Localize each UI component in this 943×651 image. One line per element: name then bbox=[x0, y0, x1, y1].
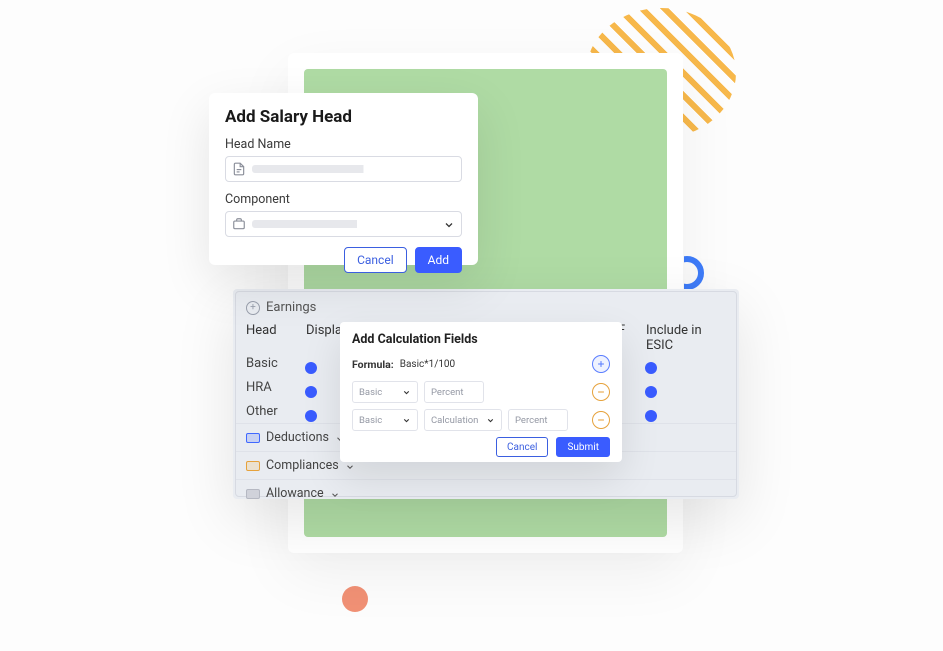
accordion-allowance[interactable]: Allowance bbox=[236, 479, 736, 499]
remove-row-button[interactable] bbox=[592, 383, 610, 401]
calc-row-1: Basic Percent bbox=[352, 381, 610, 403]
calc-submit-button[interactable]: Submit bbox=[556, 437, 610, 457]
row-head-label: Basic bbox=[246, 356, 306, 371]
head-name-placeholder bbox=[252, 165, 455, 173]
component-label: Component bbox=[225, 192, 462, 207]
accordion-label: Deductions bbox=[266, 430, 329, 445]
decor-dot bbox=[342, 586, 368, 612]
earnings-section-header[interactable]: + Earnings bbox=[236, 292, 736, 323]
accordion-label: Allowance bbox=[266, 486, 324, 499]
row-head-label: Other bbox=[246, 404, 306, 419]
field-select-basic[interactable]: Basic bbox=[352, 409, 418, 431]
cancel-button[interactable]: Cancel bbox=[344, 247, 407, 273]
calc-cancel-button[interactable]: Cancel bbox=[496, 437, 548, 457]
plus-icon bbox=[596, 359, 606, 369]
calc-title: Add Calculation Fields bbox=[352, 332, 610, 347]
head-name-input[interactable] bbox=[225, 156, 462, 182]
input-placeholder: Percent bbox=[431, 387, 463, 398]
card-title: Add Salary Head bbox=[225, 107, 462, 127]
component-placeholder bbox=[252, 220, 443, 228]
formula-value: Basic*1/100 bbox=[400, 359, 455, 370]
add-button[interactable]: Add bbox=[415, 247, 462, 273]
add-row-button[interactable] bbox=[592, 355, 610, 373]
field-select-calculation[interactable]: Calculation bbox=[424, 409, 502, 431]
col-esic: Include in ESIC bbox=[646, 323, 726, 353]
minus-icon bbox=[596, 415, 606, 425]
col-pf-suffix: F bbox=[618, 323, 646, 338]
row-head-label: HRA bbox=[246, 380, 306, 395]
remove-row-button[interactable] bbox=[592, 411, 610, 429]
chevron-down-icon bbox=[486, 416, 495, 425]
component-select[interactable] bbox=[225, 211, 462, 237]
select-value: Calculation bbox=[431, 415, 478, 426]
add-salary-head-card: Add Salary Head Head Name Component Canc… bbox=[209, 93, 478, 265]
chevron-down-icon bbox=[345, 462, 355, 472]
formula-label: Formula: bbox=[352, 358, 394, 371]
field-select-basic[interactable]: Basic bbox=[352, 381, 418, 403]
allowance-icon bbox=[246, 489, 260, 499]
deductions-icon bbox=[246, 433, 260, 443]
chevron-down-icon bbox=[402, 388, 411, 397]
accordion-label: Compliances bbox=[266, 458, 339, 473]
calc-row-2: Basic Calculation Percent bbox=[352, 409, 610, 431]
document-icon bbox=[232, 162, 246, 176]
earnings-title: Earnings bbox=[266, 300, 316, 315]
add-earning-icon[interactable]: + bbox=[246, 301, 260, 315]
percent-input[interactable]: Percent bbox=[424, 381, 484, 403]
select-value: Basic bbox=[359, 387, 382, 398]
compliances-icon bbox=[246, 461, 260, 471]
percent-input[interactable]: Percent bbox=[508, 409, 568, 431]
chevron-down-icon bbox=[402, 416, 411, 425]
head-name-label: Head Name bbox=[225, 137, 462, 152]
add-calculation-card: Add Calculation Fields Formula: Basic*1/… bbox=[340, 322, 622, 462]
col-head: Head bbox=[246, 323, 306, 338]
chevron-down-icon bbox=[330, 490, 340, 500]
component-icon bbox=[232, 217, 246, 231]
input-placeholder: Percent bbox=[515, 415, 547, 426]
chevron-down-icon bbox=[443, 219, 455, 231]
minus-icon bbox=[596, 387, 606, 397]
select-value: Basic bbox=[359, 415, 382, 426]
